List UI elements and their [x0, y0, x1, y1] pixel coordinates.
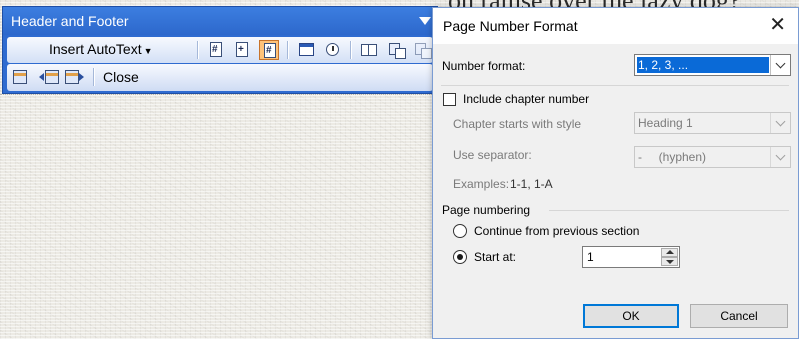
calendar-icon [299, 43, 314, 56]
group-divider [549, 210, 789, 211]
insert-autotext-button[interactable]: Insert AutoText ▼ [49, 41, 153, 57]
close-toolbar-button[interactable]: Close [103, 69, 139, 85]
number-format-dropdown-button[interactable] [770, 55, 790, 75]
dropdown-caret-icon: ▼ [143, 46, 153, 56]
toolbar-options-arrow-icon[interactable] [419, 17, 431, 25]
page-setup-icon [361, 44, 377, 56]
dialog-title: Page Number Format [443, 18, 578, 34]
include-chapter-number-label[interactable]: Include chapter number [463, 92, 589, 106]
chevron-down-icon [775, 58, 786, 69]
switch-header-footer-button[interactable] [11, 67, 31, 87]
divider [441, 85, 789, 86]
insert-page-number-button[interactable]: # [206, 40, 226, 60]
toolbar-title: Header and Footer [11, 13, 129, 29]
chevron-down-icon [775, 150, 786, 161]
toolbar-row-2: Close [7, 64, 433, 91]
continue-from-previous-label[interactable]: Continue from previous section [474, 224, 639, 238]
number-format-label: Number format: [442, 59, 526, 73]
show-next-icon [65, 70, 79, 84]
link-to-previous-button[interactable] [413, 40, 433, 60]
examples-label: Examples: [453, 177, 510, 191]
number-format-select[interactable]: 1, 2, 3, ... [634, 54, 791, 76]
include-chapter-number-checkbox[interactable] [443, 93, 456, 106]
insert-time-button[interactable] [323, 40, 343, 60]
chapter-style-value: Heading 1 [638, 116, 693, 130]
continue-from-previous-radio[interactable] [453, 224, 467, 238]
format-page-number-icon: # [264, 43, 276, 58]
insert-date-button[interactable] [297, 40, 317, 60]
toolbar-separator [197, 41, 199, 59]
toolbar-row-1: Insert AutoText ▼ # + # [7, 37, 433, 63]
chapter-style-dropdown-button[interactable] [770, 113, 790, 133]
document-text-icon [389, 43, 406, 59]
spin-up-icon[interactable] [661, 248, 678, 257]
switch-header-footer-icon [13, 70, 27, 84]
separator-label: Use separator: [453, 148, 532, 162]
insert-autotext-label: Insert AutoText [49, 41, 142, 57]
dialog-title-bar[interactable]: Page Number Format ✕ [433, 8, 798, 44]
page-number-icon: # [210, 42, 222, 57]
separator-value: - (hyphen) [638, 150, 707, 164]
header-footer-toolbar: Header and Footer Insert AutoText ▼ # + # [2, 6, 438, 94]
show-hide-document-text-button[interactable] [387, 40, 407, 60]
separator-select[interactable]: - (hyphen) [634, 146, 791, 168]
examples-value: 1-1, 1-A [510, 177, 553, 191]
number-of-pages-icon: + [236, 42, 248, 57]
toolbar-separator [93, 68, 95, 86]
chevron-down-icon [775, 116, 786, 127]
show-previous-button[interactable] [39, 67, 59, 87]
toolbar-title-bar[interactable]: Header and Footer [3, 7, 437, 35]
page-numbering-label: Page numbering [442, 203, 531, 217]
number-format-selected: 1, 2, 3, ... [637, 57, 769, 73]
format-page-number-button[interactable]: # [259, 40, 279, 60]
show-next-button[interactable] [65, 67, 85, 87]
cancel-button[interactable]: Cancel [690, 304, 788, 328]
link-icon [415, 43, 432, 59]
page-number-format-dialog: Page Number Format ✕ Number format: 1, 2… [432, 7, 799, 339]
toolbar-separator [287, 41, 289, 59]
ok-button[interactable]: OK [583, 304, 679, 328]
previous-arrow-icon [39, 73, 44, 81]
start-at-radio[interactable] [453, 250, 467, 264]
header-boundary-line [0, 94, 432, 96]
toolbar-separator [350, 41, 352, 59]
separator-dropdown-button[interactable] [770, 147, 790, 167]
close-icon[interactable]: ✕ [769, 14, 786, 36]
clock-icon [326, 43, 339, 56]
chapter-style-label: Chapter starts with style [453, 117, 582, 131]
next-arrow-icon [79, 73, 84, 81]
page-setup-button[interactable] [359, 40, 379, 60]
start-at-spinner[interactable]: 1 [582, 246, 680, 268]
close-toolbar-label: Close [103, 69, 139, 85]
show-previous-icon [45, 70, 59, 84]
spin-down-icon[interactable] [661, 257, 678, 266]
insert-number-of-pages-button[interactable]: + [232, 40, 252, 60]
start-at-label[interactable]: Start at: [474, 250, 516, 264]
start-at-value: 1 [587, 250, 594, 264]
chapter-style-select[interactable]: Heading 1 [634, 112, 791, 134]
